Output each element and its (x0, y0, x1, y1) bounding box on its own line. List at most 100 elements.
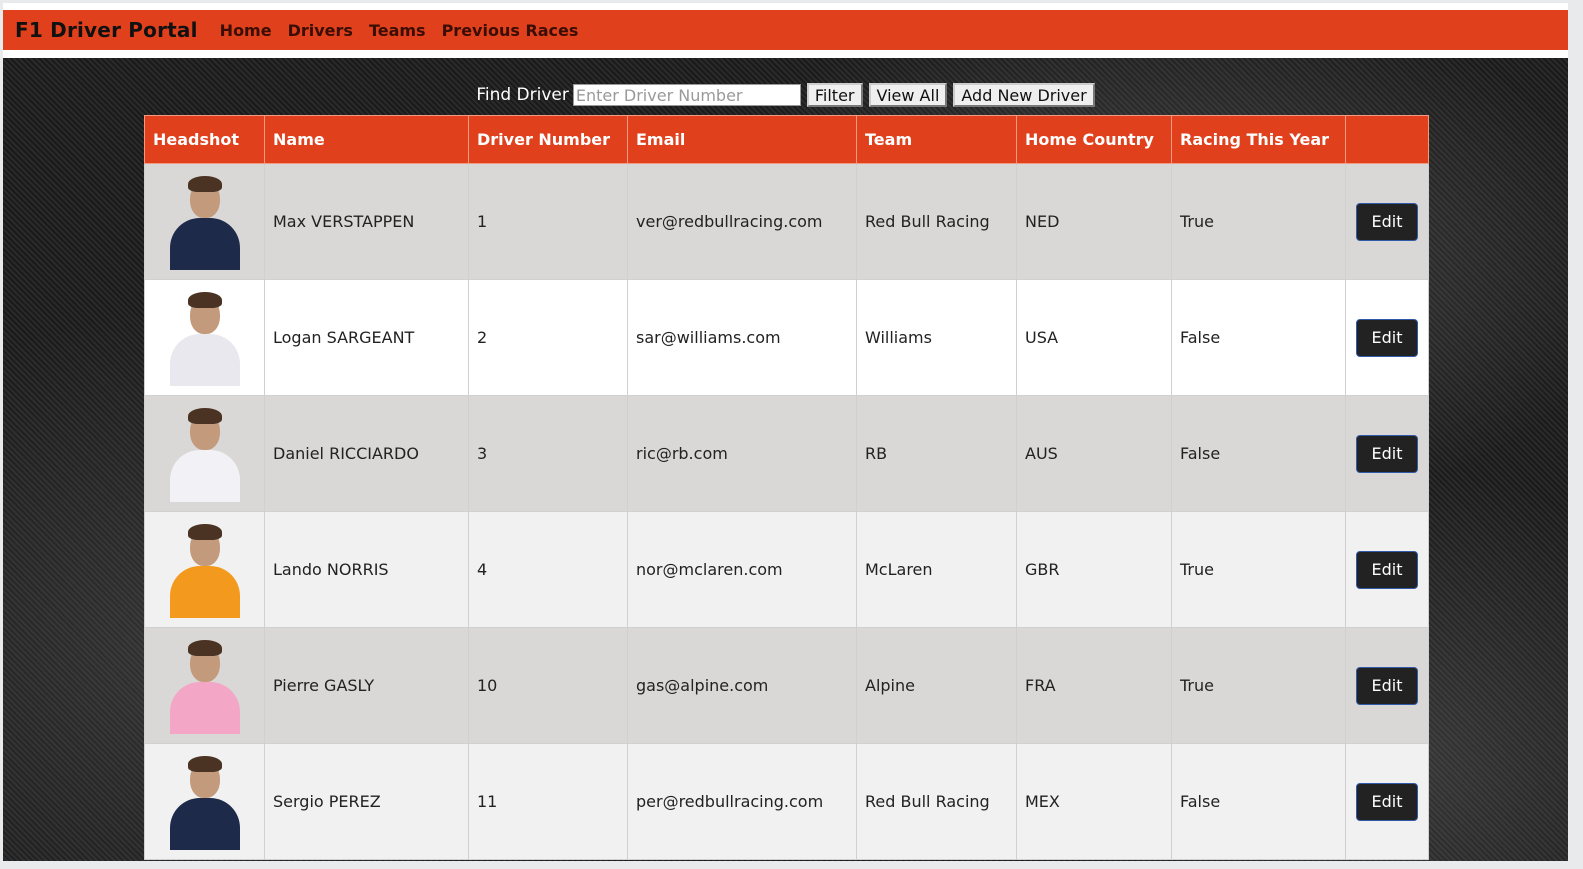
actions-cell: Edit (1345, 511, 1429, 628)
headshot-cell (144, 163, 265, 280)
driver-racing: False (1171, 279, 1346, 396)
nav-drivers[interactable]: Drivers (288, 21, 353, 40)
header-email: Email (627, 115, 857, 164)
driver-team: RB (856, 395, 1017, 512)
driver-headshot (166, 174, 244, 270)
driver-headshot (166, 290, 244, 386)
edit-button[interactable]: Edit (1356, 318, 1418, 357)
suit (169, 565, 240, 618)
headshot-cell (144, 279, 265, 396)
driver-number: 10 (468, 627, 628, 744)
filter-bar: Find Driver Filter View All Add New Driv… (3, 83, 1568, 107)
drivers-table: Headshot Name Driver Number Email Team H… (144, 115, 1429, 860)
driver-headshot (166, 754, 244, 850)
header-headshot: Headshot (144, 115, 265, 164)
table-header-row: Headshot Name Driver Number Email Team H… (144, 115, 1429, 164)
suit (169, 681, 240, 734)
hair (187, 291, 222, 308)
app-window: F1 Driver Portal Home Drivers Teams Prev… (3, 3, 1568, 861)
header-driver-number: Driver Number (468, 115, 628, 164)
driver-email: sar@williams.com (627, 279, 857, 396)
table-row: Pierre GASLY 10 gas@alpine.com Alpine FR… (144, 627, 1429, 744)
header-team: Team (856, 115, 1017, 164)
suit (169, 217, 240, 270)
driver-racing: True (1171, 511, 1346, 628)
suit (169, 449, 240, 502)
actions-cell: Edit (1345, 743, 1429, 860)
find-driver-label: Find Driver (476, 85, 569, 105)
actions-cell: Edit (1345, 279, 1429, 396)
header-actions (1345, 115, 1429, 164)
driver-country: NED (1016, 163, 1172, 280)
nav-teams[interactable]: Teams (369, 21, 426, 40)
headshot-cell (144, 511, 265, 628)
driver-email: ric@rb.com (627, 395, 857, 512)
nav-previous-races[interactable]: Previous Races (442, 21, 579, 40)
edit-button[interactable]: Edit (1356, 550, 1418, 589)
driver-name: Pierre GASLY (264, 627, 469, 744)
edit-button[interactable]: Edit (1356, 666, 1418, 705)
filter-button[interactable]: Filter (806, 83, 863, 107)
driver-racing: False (1171, 395, 1346, 512)
header-racing-this-year: Racing This Year (1171, 115, 1346, 164)
actions-cell: Edit (1345, 163, 1429, 280)
driver-number-input[interactable] (572, 84, 801, 106)
table-row: Daniel RICCIARDO 3 ric@rb.com RB AUS Fal… (144, 395, 1429, 512)
header-home-country: Home Country (1016, 115, 1172, 164)
suit (169, 797, 240, 850)
driver-country: MEX (1016, 743, 1172, 860)
driver-country: GBR (1016, 511, 1172, 628)
actions-cell: Edit (1345, 627, 1429, 744)
drivers-table-container: Headshot Name Driver Number Email Team H… (144, 115, 1429, 860)
hair (187, 523, 222, 540)
suit (169, 333, 240, 386)
headshot-cell (144, 395, 265, 512)
driver-name: Lando NORRIS (264, 511, 469, 628)
driver-team: Red Bull Racing (856, 163, 1017, 280)
driver-team: McLaren (856, 511, 1017, 628)
table-row: Max VERSTAPPEN 1 ver@redbullracing.com R… (144, 163, 1429, 280)
view-all-button[interactable]: View All (868, 83, 948, 107)
table-row: Lando NORRIS 4 nor@mclaren.com McLaren G… (144, 511, 1429, 628)
headshot-cell (144, 627, 265, 744)
nav-home[interactable]: Home (220, 21, 272, 40)
driver-headshot (166, 522, 244, 618)
driver-name: Max VERSTAPPEN (264, 163, 469, 280)
driver-number: 2 (468, 279, 628, 396)
hair (187, 755, 222, 772)
driver-racing: False (1171, 743, 1346, 860)
top-strip (3, 3, 1568, 10)
driver-name: Daniel RICCIARDO (264, 395, 469, 512)
driver-email: gas@alpine.com (627, 627, 857, 744)
driver-name: Logan SARGEANT (264, 279, 469, 396)
driver-headshot (166, 638, 244, 734)
driver-email: nor@mclaren.com (627, 511, 857, 628)
hair (187, 175, 222, 192)
add-new-driver-button[interactable]: Add New Driver (953, 83, 1095, 107)
driver-racing: True (1171, 163, 1346, 280)
driver-number: 3 (468, 395, 628, 512)
driver-headshot (166, 406, 244, 502)
driver-country: USA (1016, 279, 1172, 396)
edit-button[interactable]: Edit (1356, 782, 1418, 821)
hair (187, 407, 222, 424)
driver-number: 4 (468, 511, 628, 628)
driver-team: Alpine (856, 627, 1017, 744)
driver-email: ver@redbullracing.com (627, 163, 857, 280)
driver-country: AUS (1016, 395, 1172, 512)
driver-email: per@redbullracing.com (627, 743, 857, 860)
driver-team: Williams (856, 279, 1017, 396)
edit-button[interactable]: Edit (1356, 202, 1418, 241)
driver-country: FRA (1016, 627, 1172, 744)
hair (187, 639, 222, 656)
driver-number: 11 (468, 743, 628, 860)
headshot-cell (144, 743, 265, 860)
driver-number: 1 (468, 163, 628, 280)
driver-name: Sergio PEREZ (264, 743, 469, 860)
actions-cell: Edit (1345, 395, 1429, 512)
header-name: Name (264, 115, 469, 164)
driver-team: Red Bull Racing (856, 743, 1017, 860)
edit-button[interactable]: Edit (1356, 434, 1418, 473)
brand-title[interactable]: F1 Driver Portal (15, 18, 198, 42)
table-row: Logan SARGEANT 2 sar@williams.com Willia… (144, 279, 1429, 396)
